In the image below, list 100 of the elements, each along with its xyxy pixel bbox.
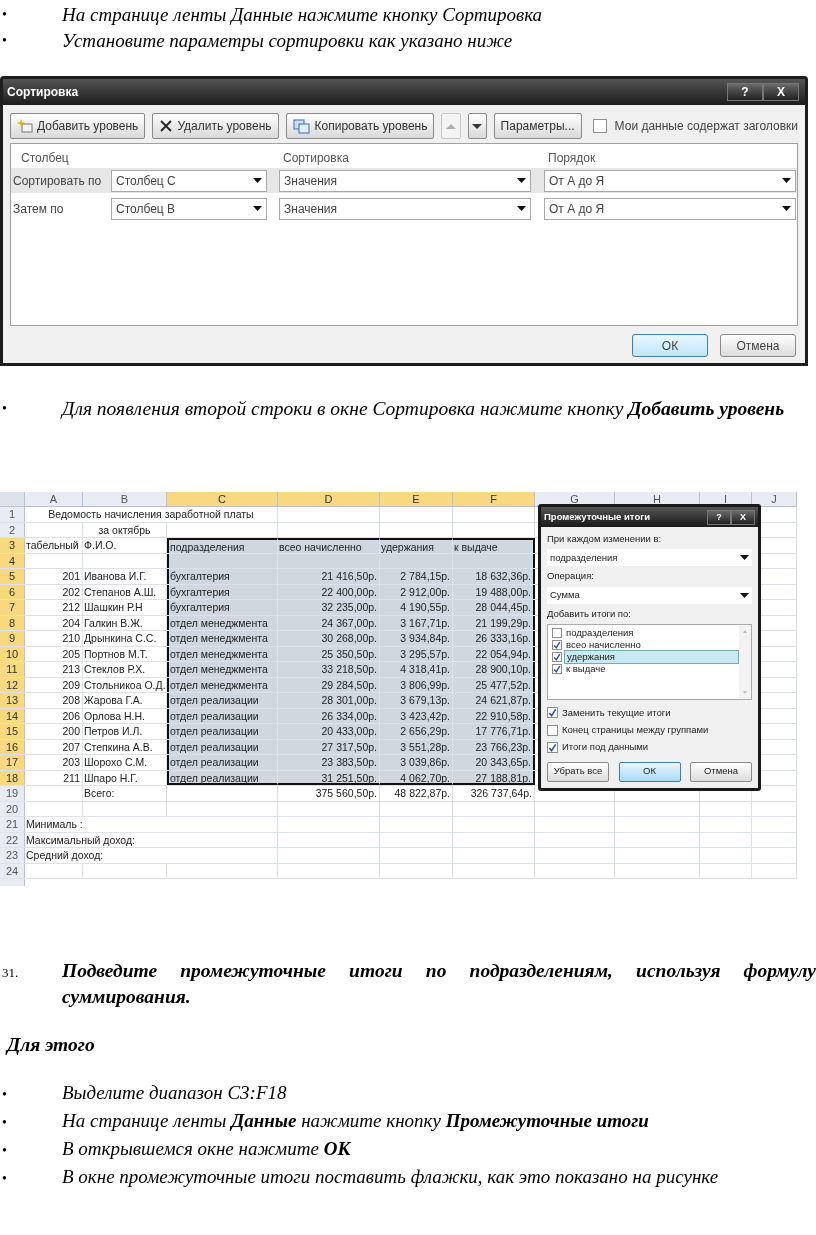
- table-cell: отдел реализации: [167, 724, 278, 739]
- checkbox-label: Заменить текущие итоги: [562, 705, 671, 720]
- cancel-button[interactable]: Отмена: [720, 334, 796, 357]
- list-item[interactable]: удержания: [564, 649, 739, 664]
- list-item[interactable]: подразделения: [564, 626, 739, 639]
- close-button[interactable]: X: [731, 509, 755, 525]
- checkbox-label: Конец страницы между группами: [562, 723, 709, 737]
- row-header[interactable]: 5: [0, 569, 25, 584]
- table-cell: 30 268,00р.: [278, 631, 380, 646]
- instruction-text: В открывшемся окне нажмите ОК: [62, 1138, 351, 1159]
- column-dropdown[interactable]: Столбец B: [111, 197, 267, 220]
- list-item[interactable]: всео начисленно: [564, 638, 739, 651]
- dropdown-caret-icon: [517, 178, 526, 183]
- column-header[interactable]: F: [453, 492, 535, 506]
- column-header[interactable]: E: [380, 492, 453, 506]
- row-header[interactable]: 15: [0, 724, 25, 739]
- close-button[interactable]: X: [763, 83, 799, 101]
- copy-level-button[interactable]: Копировать уровень: [285, 113, 435, 139]
- dropdown-caret-icon: [740, 555, 749, 561]
- checkbox[interactable]: [552, 651, 562, 662]
- help-button[interactable]: ?: [727, 83, 763, 101]
- column-header[interactable]: C: [167, 492, 278, 506]
- list-item[interactable]: к выдаче: [564, 662, 739, 675]
- row-header[interactable]: 13: [0, 693, 25, 708]
- window-title: Сортировка: [7, 84, 79, 101]
- checkbox[interactable]: [547, 741, 558, 753]
- dropdown-caret-icon: [253, 206, 262, 211]
- order-dropdown[interactable]: От А до Я: [544, 169, 796, 192]
- bullet: •: [1, 1086, 8, 1104]
- order-dropdown[interactable]: От А до Я: [544, 197, 796, 220]
- move-down-button[interactable]: [467, 113, 487, 139]
- checkbox[interactable]: [547, 707, 558, 719]
- table-cell: 3 039,86р.: [380, 755, 453, 770]
- checkbox[interactable]: [592, 119, 607, 133]
- dropdown-caret-icon: [253, 178, 262, 183]
- table-cell: Минималь :: [25, 817, 278, 832]
- column-header[interactable]: D: [278, 492, 380, 506]
- row-header[interactable]: 19: [0, 786, 25, 801]
- remove-all-button[interactable]: Убрать все: [547, 761, 609, 782]
- table-cell: 17 776,71р.: [453, 724, 535, 739]
- operation-dropdown[interactable]: Сумма: [547, 586, 752, 604]
- instruction-text: Выделите диапазон C3:F18: [62, 1082, 287, 1103]
- instruction-text: На странице ленты Данные нажмите кнопку Промежуточные итоги: [62, 1110, 649, 1131]
- row-header[interactable]: 17: [0, 755, 25, 770]
- checkbox-label: Мои данные содержат заголовки: [614, 118, 798, 135]
- row-header[interactable]: 9: [0, 631, 25, 646]
- bullet: •: [1, 400, 8, 418]
- row-header[interactable]: 23: [0, 848, 25, 863]
- row-header[interactable]: 3: [0, 538, 25, 553]
- subheading: Для этого: [4, 1033, 96, 1057]
- table-cell: отдел реализации: [167, 693, 278, 708]
- ok-button[interactable]: ОК: [618, 761, 681, 782]
- table-cell: 18 632,36р.: [453, 569, 535, 584]
- add-level-button[interactable]: Добавить уровень: [10, 113, 146, 139]
- ok-button[interactable]: ОК: [632, 334, 708, 357]
- add-level-icon: [17, 118, 33, 134]
- field-label: Добавить итоги по:: [547, 606, 632, 621]
- table-cell: Жарова Г.А.: [83, 693, 167, 708]
- sort-level-row[interactable]: Затем по Столбец B Значения От А до Я: [11, 196, 797, 221]
- checkbox[interactable]: [552, 627, 562, 638]
- column-header[interactable]: A: [25, 492, 83, 506]
- checkbox[interactable]: [547, 724, 558, 736]
- column-dropdown[interactable]: Столбец C: [111, 169, 267, 192]
- table-cell: Дрынкина С.С.: [83, 631, 167, 646]
- table-cell: Ф.И.О.: [83, 538, 167, 553]
- table-cell: 28 044,45р.: [453, 600, 535, 615]
- close-icon: [159, 119, 174, 133]
- dropdown-caret-icon: [740, 592, 749, 598]
- dropdown-caret-icon: [782, 206, 791, 211]
- instruction-text: Для появления второй строки в окне Сортировка нажмите кнопку Добавить уровень: [62, 397, 786, 421]
- row-header[interactable]: 21: [0, 817, 25, 832]
- options-button[interactable]: Параметры...: [493, 113, 582, 139]
- delete-level-button[interactable]: Удалить уровень: [152, 113, 279, 139]
- column-header: Порядок: [547, 150, 596, 165]
- table-cell: отдел менеджмента: [167, 662, 278, 677]
- table-cell: 20 433,00р.: [278, 724, 380, 739]
- row-header[interactable]: 11: [0, 662, 25, 677]
- row-header[interactable]: 7: [0, 600, 25, 615]
- dropdown-caret-icon: [517, 206, 526, 211]
- table-cell: Иванова И.Г.: [83, 569, 167, 584]
- checkbox[interactable]: [552, 663, 562, 674]
- checkbox[interactable]: [552, 639, 562, 650]
- bullet: •: [1, 1170, 8, 1188]
- table-cell: 3 679,13р.: [380, 693, 453, 708]
- up-arrow-icon: [445, 122, 457, 130]
- help-button[interactable]: ?: [707, 509, 731, 525]
- group-by-dropdown[interactable]: подразделения: [547, 549, 752, 567]
- sort-on-dropdown[interactable]: Значения: [279, 197, 531, 220]
- down-arrow-icon: [471, 122, 484, 130]
- table-cell: 2 784,15р.: [380, 569, 453, 584]
- column-header: Сортировка: [282, 150, 350, 165]
- table-cell: 4 190,55р.: [380, 600, 453, 615]
- column-header: Столбец: [20, 150, 70, 165]
- row-header[interactable]: 1: [0, 507, 25, 522]
- table-cell: отдел реализации: [167, 755, 278, 770]
- sort-level-row[interactable]: Сортировать по Столбец C Значения От А до Я: [11, 168, 797, 193]
- row-label: Сортировать по: [12, 172, 103, 190]
- sort-on-dropdown[interactable]: Значения: [279, 169, 531, 192]
- table-cell: отдел менеджмента: [167, 631, 278, 646]
- cancel-button[interactable]: Отмена: [690, 761, 752, 782]
